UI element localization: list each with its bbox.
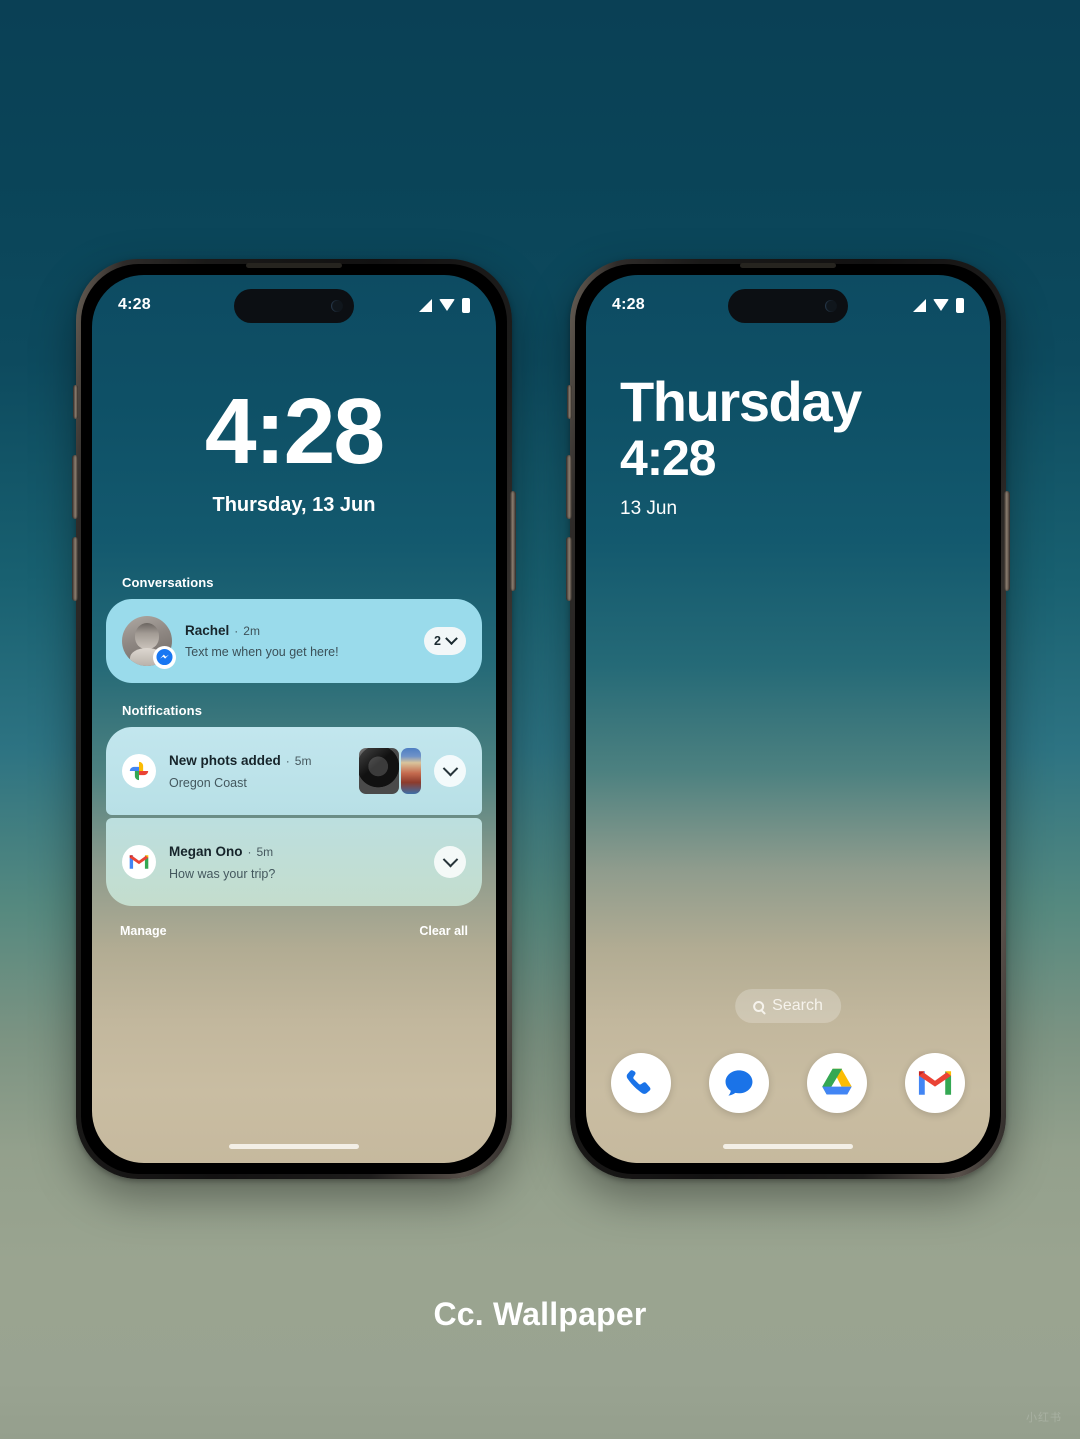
volume-down-button[interactable] [72,537,78,601]
earpiece-speaker [740,263,836,268]
wifi-icon [439,299,455,311]
clear-all-button[interactable]: Clear all [419,924,468,938]
notification-header: New phots added · 5m [169,753,346,768]
conversation-expand-chip[interactable]: 2 [424,627,466,655]
separator-dot: · [285,753,290,768]
dock-item-gmail[interactable] [905,1053,965,1113]
home-clock-date: 13 Jun [620,498,678,520]
search-icon [753,1000,765,1012]
front-camera-icon [825,300,837,312]
dock-item-drive[interactable] [807,1053,867,1113]
watermark: 小红书 [1026,1412,1062,1424]
notification-footer: Manage Clear all [106,924,482,938]
dock-item-phone[interactable] [611,1053,671,1113]
google-photos-icon [122,754,156,788]
home-clock-time: 4:28 [620,430,716,487]
notification-expand-button[interactable] [434,846,466,878]
lock-screen: 4:28 4:28 Thursday, 13 Jun Conversations [92,275,496,1163]
notification-body: Megan Ono · 5m How was your trip? [169,844,421,881]
notification-body: New phots added · 5m Oregon Coast [169,753,346,790]
power-button[interactable] [1004,491,1010,591]
mute-switch[interactable] [567,385,572,419]
notifications-section-label: Notifications [122,703,203,718]
home-clock-day: Thursday [620,370,862,433]
notification-expand-button[interactable] [434,755,466,787]
notification-item-gmail[interactable]: Megan Ono · 5m How was your trip? [106,818,482,906]
notification-title: Megan Ono [169,843,243,859]
signal-icon [419,298,432,312]
phone-device-left: 4:28 4:28 Thursday, 13 Jun Conversations [72,259,516,1179]
notification-list: New phots added · 5m Oregon Coast Megan … [106,727,482,906]
battery-icon [956,297,964,313]
manage-button[interactable]: Manage [120,924,167,938]
page-caption: Cc. Wallpaper [433,1296,647,1332]
dynamic-island[interactable] [234,289,354,323]
volume-down-button[interactable] [566,537,572,601]
search-label: Search [772,997,823,1014]
battery-icon [462,297,470,313]
search-bar[interactable]: Search [735,989,841,1023]
power-button[interactable] [510,491,516,591]
phone-device-right: 4:28 Thursday 4:28 13 Jun Search [566,259,1010,1179]
home-indicator[interactable] [229,1144,359,1149]
chevron-down-icon [442,760,458,776]
conversation-body: Rachel · 2m Text me when you get here! [185,623,411,659]
chevron-down-icon [445,631,458,645]
home-indicator[interactable] [723,1144,853,1149]
status-bar-icons [419,297,470,313]
conversation-header: Rachel · 2m [185,623,411,638]
signal-icon [913,298,926,312]
notification-timestamp: 5m [256,844,274,859]
home-screen: 4:28 Thursday 4:28 13 Jun Search [586,275,990,1163]
conversation-message: Text me when you get here! [185,645,339,659]
photo-thumbnail-bw[interactable] [359,748,399,794]
status-bar-icons [913,297,964,313]
volume-up-button[interactable] [566,455,572,519]
conversation-sender: Rachel [185,623,230,638]
dynamic-island[interactable] [728,289,848,323]
separator-dot: · [247,844,252,859]
messenger-icon [153,646,176,669]
notification-header: Megan Ono · 5m [169,844,421,859]
home-screen-clock-widget[interactable]: Thursday 4:28 13 Jun [620,370,862,520]
separator-dot: · [234,624,239,638]
volume-up-button[interactable] [72,455,78,519]
conversation-item-rachel[interactable]: Rachel · 2m Text me when you get here! 2 [106,599,482,683]
conversations-section-label: Conversations [122,575,214,590]
mute-switch[interactable] [73,385,78,419]
earpiece-speaker [246,263,342,268]
front-camera-icon [331,300,343,312]
status-bar-time: 4:28 [612,296,645,313]
notification-subtitle: How was your trip? [169,866,276,881]
conversation-count: 2 [434,634,441,648]
conversation-timestamp: 2m [243,624,260,638]
phone-bezel-left: 4:28 4:28 Thursday, 13 Jun Conversations [81,264,507,1174]
phone-bezel-right: 4:28 Thursday 4:28 13 Jun Search [575,264,1001,1174]
lock-clock-time: 4:28 [204,379,385,483]
wifi-icon [933,299,949,311]
gmail-icon [122,845,156,879]
notification-thumbnails [359,748,421,794]
app-dock [586,1053,990,1113]
chevron-down-icon [442,851,458,867]
notification-item-photos[interactable]: New phots added · 5m Oregon Coast [106,727,482,815]
avatar-wrap [122,616,176,669]
notification-timestamp: 5m [294,753,312,768]
lock-clock-date: Thursday, 13 Jun [212,494,376,516]
notification-shade: Conversations Rachel · 2m Text me when y… [92,575,496,938]
photo-thumbnail-color[interactable] [401,748,421,794]
notification-subtitle: Oregon Coast [169,775,247,790]
lock-screen-clock: 4:28 Thursday, 13 Jun [92,385,496,517]
status-bar-time: 4:28 [118,296,151,313]
dock-item-messages[interactable] [709,1053,769,1113]
notification-title: New phots added [169,752,281,768]
